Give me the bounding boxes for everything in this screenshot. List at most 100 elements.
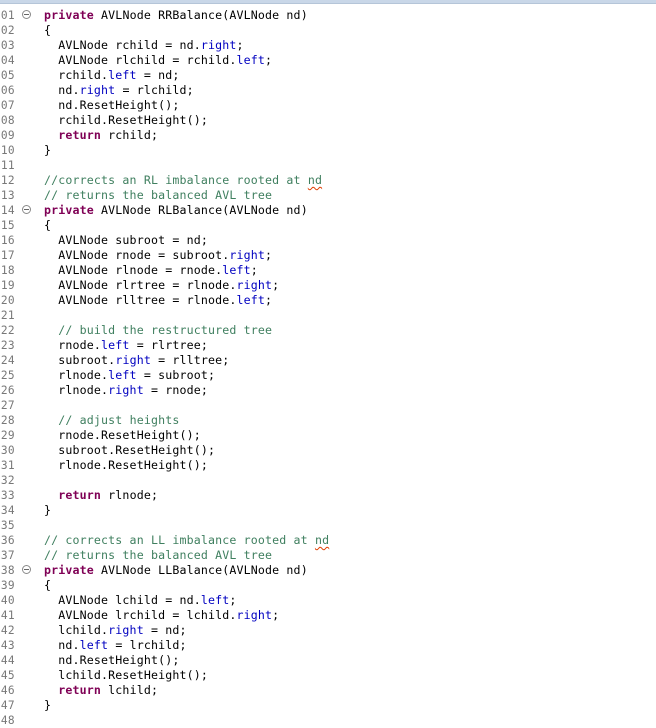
code-text: AVLNode rlrtree = rlnode.right; — [44, 278, 279, 293]
code-line[interactable]: 224 subroot.right = rlltree; — [0, 353, 656, 368]
code-line[interactable]: 247} — [0, 698, 656, 713]
code-line[interactable]: 205 rchild.left = nd; — [0, 68, 656, 83]
code-line[interactable]: 248 — [0, 713, 656, 728]
code-line[interactable]: 225 rlnode.left = subroot; — [0, 368, 656, 383]
code-line[interactable]: 242 lchild.right = nd; — [0, 623, 656, 638]
code-text: // adjust heights — [44, 413, 179, 428]
line-number: 211 — [0, 159, 15, 172]
spelling-warning-token: nd — [314, 533, 330, 547]
code-line[interactable]: 223 rnode.left = rlrtree; — [0, 338, 656, 353]
code-text: rnode.ResetHeight(); — [44, 428, 201, 443]
code-editor[interactable]: 201private AVLNode RRBalance(AVLNode nd)… — [0, 4, 656, 727]
code-token: AVLNode rnode = subroot. — [44, 248, 230, 262]
fold-collapse-icon[interactable] — [22, 10, 31, 19]
keyword-token: return — [58, 683, 102, 697]
code-token: AVLNode subroot = nd; — [44, 233, 208, 247]
code-line[interactable]: 241 AVLNode lrchild = lchild.right; — [0, 608, 656, 623]
line-number: 216 — [0, 234, 15, 247]
code-line[interactable]: 206 nd.right = rlchild; — [0, 83, 656, 98]
code-text: private AVLNode RLBalance(AVLNode nd) — [44, 203, 308, 218]
code-line[interactable]: 245 lchild.ResetHeight(); — [0, 668, 656, 683]
code-token: nd.ResetHeight(); — [44, 98, 180, 112]
code-line[interactable]: 238private AVLNode LLBalance(AVLNode nd) — [0, 563, 656, 578]
code-token: lchild; — [101, 683, 159, 697]
line-number: 215 — [0, 219, 15, 232]
code-text: rlnode.right = rnode; — [44, 383, 208, 398]
code-line[interactable]: 235 — [0, 518, 656, 533]
code-line[interactable]: 227 — [0, 398, 656, 413]
keyword-token: private — [44, 203, 94, 217]
code-line[interactable]: 233 return rlnode; — [0, 488, 656, 503]
fold-collapse-icon[interactable] — [22, 205, 31, 214]
code-line[interactable]: 221 — [0, 308, 656, 323]
code-line[interactable]: 215 { — [0, 218, 656, 233]
code-line[interactable]: 201private AVLNode RRBalance(AVLNode nd) — [0, 8, 656, 23]
line-number: 218 — [0, 264, 15, 277]
line-number: 208 — [0, 114, 15, 127]
code-text: AVLNode rlchild = rchild.left; — [44, 53, 272, 68]
code-line[interactable]: 236 // corrects an LL imbalance rooted at… — [0, 533, 656, 548]
code-line[interactable]: 212 //corrects an RL imbalance rooted at … — [0, 173, 656, 188]
code-text: private AVLNode LLBalance(AVLNode nd) — [44, 563, 308, 578]
line-number: 240 — [0, 594, 15, 607]
code-token: } — [44, 503, 52, 517]
line-number: 223 — [0, 339, 15, 352]
code-line[interactable]: 228 // adjust heights — [0, 413, 656, 428]
code-line[interactable]: 239 { — [0, 578, 656, 593]
code-line[interactable]: 237 // returns the balanced AVL tree — [0, 548, 656, 563]
code-line[interactable]: 211 — [0, 158, 656, 173]
code-line[interactable]: 234} — [0, 503, 656, 518]
code-token: ; — [236, 38, 244, 52]
keyword-token: return — [58, 488, 102, 502]
code-token: AVLNode lrchild = lchild. — [44, 608, 237, 622]
code-text: { — [44, 23, 51, 38]
code-line[interactable]: 243 nd.left = lrchild; — [0, 638, 656, 653]
line-number: 236 — [0, 534, 15, 547]
line-number: 213 — [0, 189, 15, 202]
code-line[interactable]: 218 AVLNode rlnode = rnode.left; — [0, 263, 656, 278]
code-text: AVLNode rnode = subroot.right; — [44, 248, 272, 263]
code-line[interactable]: 202 { — [0, 23, 656, 38]
code-line[interactable]: 226 rlnode.right = rnode; — [0, 383, 656, 398]
line-number: 245 — [0, 669, 15, 682]
code-line[interactable]: 222 // build the restructured tree — [0, 323, 656, 338]
keyword-token: private — [44, 8, 94, 22]
line-number: 217 — [0, 249, 15, 262]
code-text: rchild.ResetHeight(); — [44, 113, 208, 128]
code-line[interactable]: 230 subroot.ResetHeight(); — [0, 443, 656, 458]
line-number: 228 — [0, 414, 15, 427]
code-line[interactable]: 220 AVLNode rlltree = rlnode.left; — [0, 293, 656, 308]
code-token: AVLNode rlchild = rchild. — [44, 53, 237, 67]
code-text: nd.ResetHeight(); — [44, 98, 179, 113]
code-line[interactable]: 216 AVLNode subroot = nd; — [0, 233, 656, 248]
line-number: 246 — [0, 684, 15, 697]
code-token: AVLNode rlrtree = rlnode. — [44, 278, 237, 292]
code-text: rlnode.ResetHeight(); — [44, 458, 208, 473]
code-line[interactable]: 219 AVLNode rlrtree = rlnode.right; — [0, 278, 656, 293]
code-line[interactable]: 203 AVLNode rchild = nd.right; — [0, 38, 656, 53]
fold-collapse-icon[interactable] — [22, 565, 31, 574]
code-token: ; — [229, 593, 237, 607]
code-line[interactable]: 213 // returns the balanced AVL tree — [0, 188, 656, 203]
line-number: 202 — [0, 24, 15, 37]
code-line[interactable]: 207 nd.ResetHeight(); — [0, 98, 656, 113]
code-line[interactable]: 217 AVLNode rnode = subroot.right; — [0, 248, 656, 263]
code-line[interactable]: 204 AVLNode rlchild = rchild.left; — [0, 53, 656, 68]
field-token: left — [222, 263, 251, 277]
code-line[interactable]: 244 nd.ResetHeight(); — [0, 653, 656, 668]
code-line[interactable]: 240 AVLNode lchild = nd.left; — [0, 593, 656, 608]
code-token: = rlrtree; — [129, 338, 209, 352]
code-line[interactable]: 208 rchild.ResetHeight(); — [0, 113, 656, 128]
code-line[interactable]: 214private AVLNode RLBalance(AVLNode nd) — [0, 203, 656, 218]
code-line[interactable]: 229 rnode.ResetHeight(); — [0, 428, 656, 443]
code-line[interactable]: 232 — [0, 473, 656, 488]
code-line[interactable]: 231 rlnode.ResetHeight(); — [0, 458, 656, 473]
code-text: //corrects an RL imbalance rooted at nd — [44, 173, 322, 188]
code-text: rlnode.left = subroot; — [44, 368, 215, 383]
code-line[interactable]: 210} — [0, 143, 656, 158]
code-line[interactable]: 246 return lchild; — [0, 683, 656, 698]
code-line[interactable]: 209 return rchild; — [0, 128, 656, 143]
